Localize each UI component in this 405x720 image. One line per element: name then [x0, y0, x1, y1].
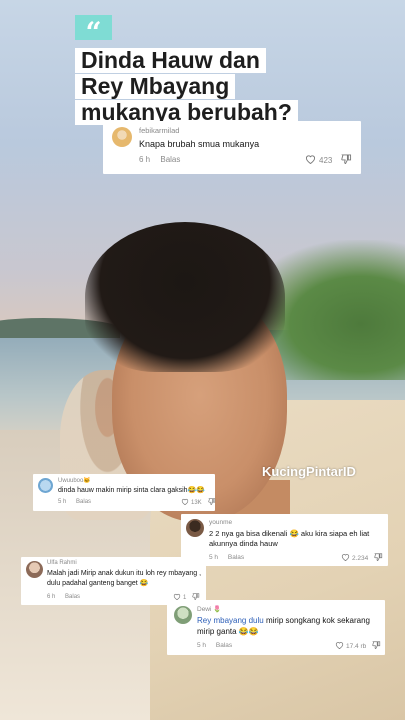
- comment-card: younme 2 2 nya ga bisa dikenali 😂 aku ki…: [181, 514, 388, 566]
- comment-meta: 5 h Balas: [58, 499, 91, 505]
- reply-button[interactable]: Balas: [216, 642, 232, 649]
- mention-link[interactable]: Rey mbayang dulu: [197, 616, 264, 625]
- comment-meta: 6 h Balas: [47, 594, 80, 600]
- avatar[interactable]: [26, 561, 43, 578]
- comment-text: Knapa brubah smua mukanya: [139, 139, 260, 149]
- heart-icon[interactable]: [341, 553, 350, 563]
- like-count: 2.234: [352, 554, 369, 562]
- comment-card: Ulfa Rahmi Malah jadi Mirip anak dukun i…: [21, 557, 206, 605]
- heart-icon[interactable]: [335, 641, 344, 651]
- comment-time: 5 h: [197, 642, 207, 649]
- like-group: 17.4 rb: [335, 641, 381, 651]
- headline-line-2: Rey Mbayang: [75, 74, 236, 99]
- comment-username[interactable]: Dewi 🌷: [197, 605, 221, 613]
- comment-meta: 6 h Balas: [139, 155, 180, 164]
- like-group: 13K: [181, 498, 216, 507]
- avatar[interactable]: [112, 127, 132, 147]
- heart-icon[interactable]: [305, 154, 316, 166]
- man-hair: [85, 222, 285, 372]
- thumbs-down-icon[interactable]: [208, 498, 216, 507]
- comment-card: Dewi 🌷 Rey mbayang dulu mirip songkang k…: [167, 600, 385, 655]
- comment-text: Rey mbayang dulu mirip songkang kok seka…: [197, 615, 383, 637]
- thumbs-down-icon[interactable]: [341, 154, 352, 166]
- comment-card: febikarmilad Knapa brubah smua mukanya 6…: [103, 121, 361, 174]
- reply-button[interactable]: Balas: [228, 554, 244, 561]
- comment-username[interactable]: Ulfa Rahmi: [47, 560, 77, 566]
- comment-text: dinda hauw makin mirip sinta clara gaksi…: [58, 487, 205, 494]
- comment-time: 6 h: [139, 155, 151, 164]
- comment-time: 5 h: [209, 554, 219, 561]
- thumbs-down-icon[interactable]: [374, 553, 383, 563]
- comment-text: Malah jadi Mirip anak dukun itu loh rey …: [47, 570, 202, 587]
- comment-time: 5 h: [58, 499, 67, 505]
- like-group: 423: [305, 154, 352, 166]
- comment-card: Uwuuboo🐱 dinda hauw makin mirip sinta cl…: [33, 474, 215, 511]
- comment-time: 6 h: [47, 594, 56, 600]
- avatar[interactable]: [174, 606, 192, 624]
- comment-username[interactable]: Uwuuboo🐱: [58, 477, 91, 484]
- comment-text: 2 2 nya ga bisa dikenali 😂 aku kira siap…: [209, 529, 370, 548]
- like-count: 17.4 rb: [346, 642, 367, 650]
- reply-button[interactable]: Balas: [76, 499, 91, 505]
- like-count: 423: [319, 155, 333, 165]
- watermark: KucingPintarID: [262, 464, 356, 479]
- quote-icon: “: [75, 15, 112, 49]
- comment-username[interactable]: febikarmilad: [139, 126, 179, 135]
- like-count: 13K: [191, 499, 202, 506]
- avatar[interactable]: [186, 519, 204, 537]
- thumbs-down-icon[interactable]: [372, 641, 381, 651]
- avatar[interactable]: [38, 478, 53, 493]
- heart-icon[interactable]: [181, 498, 189, 507]
- comment-meta: 5 h Balas: [197, 642, 232, 649]
- headline-line-1: Dinda Hauw dan: [75, 48, 266, 73]
- comment-username[interactable]: younme: [209, 519, 232, 526]
- reply-button[interactable]: Balas: [160, 155, 180, 164]
- like-group: 2.234: [341, 553, 383, 563]
- reply-button[interactable]: Balas: [65, 594, 80, 600]
- comment-meta: 5 h Balas: [209, 554, 244, 561]
- headline: Dinda Hauw dan Rey Mbayang mukanya berub…: [75, 48, 325, 126]
